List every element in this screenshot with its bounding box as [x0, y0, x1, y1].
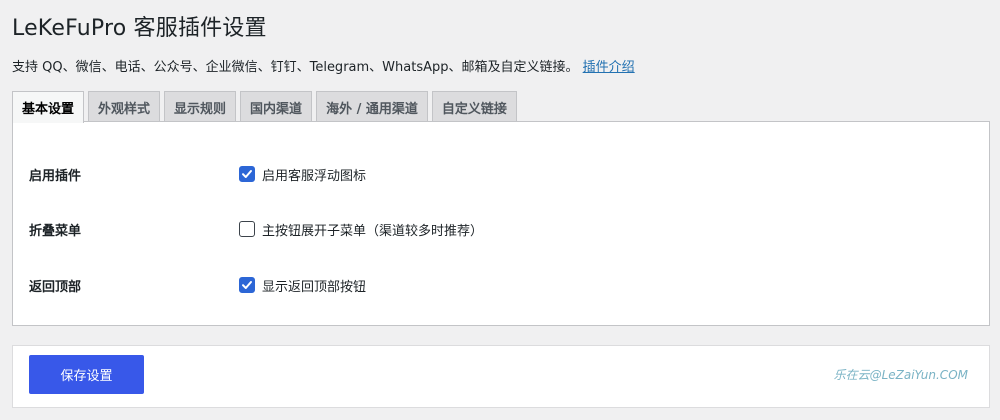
- back-to-top-checkbox[interactable]: 显示返回顶部按钮: [239, 276, 366, 295]
- setting-row-enable-plugin: 启用插件 启用客服浮动图标: [13, 162, 989, 186]
- footer-bar: 保存设置 乐在云@LeZaiYun.COM: [12, 345, 990, 408]
- expand-submenu-checkbox[interactable]: 主按钮展开子菜单（渠道较多时推荐）: [239, 220, 483, 239]
- page-description: 支持 QQ、微信、电话、公众号、企业微信、钉钉、Telegram、WhatsAp…: [12, 56, 635, 75]
- tab-domestic-channels[interactable]: 国内渠道: [240, 91, 313, 122]
- checkbox-box[interactable]: [239, 221, 255, 237]
- checkbox-box[interactable]: [239, 277, 255, 293]
- checkbox-label: 显示返回顶部按钮: [262, 279, 367, 295]
- description-text: 支持 QQ、微信、电话、公众号、企业微信、钉钉、Telegram、WhatsAp…: [12, 60, 579, 75]
- checkmark-icon: [242, 170, 252, 178]
- setting-label: 折叠菜单: [29, 223, 82, 239]
- checkbox-label: 启用客服浮动图标: [262, 168, 367, 184]
- checkbox-label: 主按钮展开子菜单（渠道较多时推荐）: [262, 223, 484, 239]
- tab-appearance[interactable]: 外观样式: [88, 91, 161, 122]
- checkmark-icon: [242, 281, 252, 289]
- page-title: LeKeFuPro 客服插件设置: [12, 16, 267, 41]
- plugin-intro-link[interactable]: 插件介绍: [583, 60, 635, 75]
- settings-panel: 启用插件 启用客服浮动图标 折叠菜单 主按钮展开子菜单（渠道较多时推荐） 返回顶…: [12, 121, 990, 326]
- setting-label: 启用插件: [29, 168, 82, 184]
- enable-float-icon-checkbox[interactable]: 启用客服浮动图标: [239, 165, 366, 184]
- tab-custom-links[interactable]: 自定义链接: [431, 91, 517, 122]
- tab-overseas-channels[interactable]: 海外 / 通用渠道: [316, 91, 428, 122]
- setting-label: 返回顶部: [29, 279, 82, 295]
- tab-display-rules[interactable]: 显示规则: [164, 91, 237, 122]
- settings-tabs: 基本设置 外观样式 显示规则 国内渠道 海外 / 通用渠道 自定义链接: [12, 91, 521, 123]
- tab-basic-settings[interactable]: 基本设置: [12, 91, 85, 123]
- brand-watermark: 乐在云@LeZaiYun.COM: [833, 368, 968, 382]
- setting-row-back-to-top: 返回顶部 显示返回顶部按钮: [13, 273, 989, 297]
- save-settings-button[interactable]: 保存设置: [29, 355, 144, 394]
- setting-row-collapse-menu: 折叠菜单 主按钮展开子菜单（渠道较多时推荐）: [13, 217, 989, 241]
- checkbox-box[interactable]: [239, 166, 255, 182]
